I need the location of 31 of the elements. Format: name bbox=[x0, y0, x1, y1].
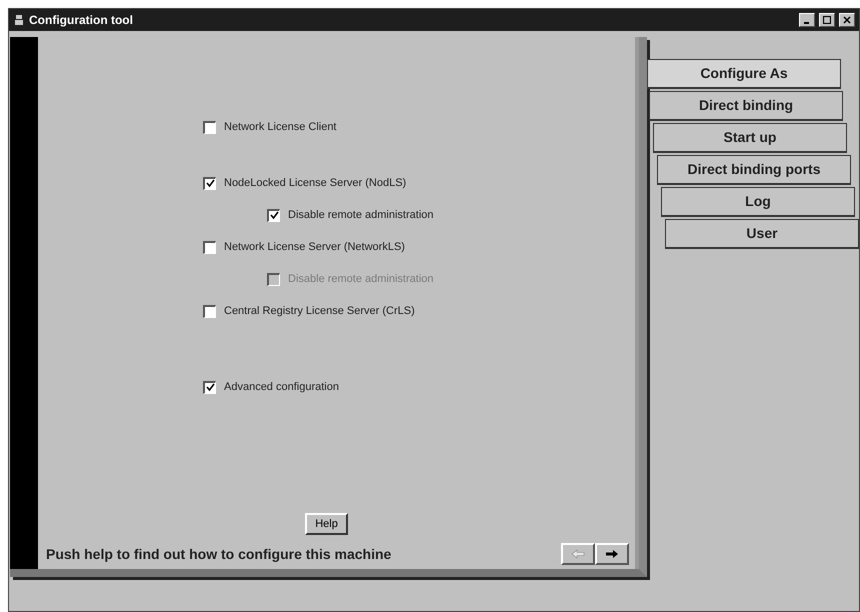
tab[interactable]: Configure As bbox=[647, 59, 841, 89]
help-button[interactable]: Help bbox=[305, 513, 348, 535]
checkbox[interactable] bbox=[203, 304, 216, 318]
checkbox-label: Network License Client bbox=[224, 120, 336, 135]
hint-text: Push help to find out how to configure this machine bbox=[46, 544, 392, 564]
close-button[interactable] bbox=[839, 13, 855, 27]
close-icon bbox=[843, 16, 851, 24]
window-title: Configuration tool bbox=[29, 12, 133, 29]
tab[interactable]: Log bbox=[661, 187, 855, 217]
left-arrow-icon bbox=[571, 549, 585, 559]
tab[interactable]: Direct binding bbox=[649, 91, 843, 121]
tab[interactable]: User bbox=[665, 219, 859, 249]
checkbox[interactable] bbox=[203, 176, 216, 190]
checkbox[interactable] bbox=[203, 120, 216, 134]
checkbox-label: Disable remote administration bbox=[288, 272, 434, 287]
checkbox-label: Disable remote administration bbox=[288, 208, 434, 223]
app-icon bbox=[13, 14, 25, 26]
checkbox-label: Central Registry License Server (CrLS) bbox=[224, 304, 415, 319]
checkbox[interactable] bbox=[203, 380, 216, 394]
forward-button[interactable] bbox=[595, 543, 629, 565]
maximize-button[interactable] bbox=[819, 13, 835, 27]
maximize-icon bbox=[823, 16, 831, 24]
checkbox[interactable] bbox=[267, 208, 280, 222]
checkbox-label: NodeLocked License Server (NodLS) bbox=[224, 176, 406, 191]
tab[interactable]: Start up bbox=[653, 123, 847, 153]
tab[interactable]: Direct binding ports bbox=[657, 155, 851, 185]
right-arrow-icon bbox=[605, 549, 619, 559]
minimize-button[interactable] bbox=[799, 13, 815, 27]
checkbox-label: Advanced configuration bbox=[224, 380, 339, 395]
checkbox[interactable] bbox=[203, 240, 216, 254]
checkbox-label: Network License Server (NetworkLS) bbox=[224, 240, 405, 255]
